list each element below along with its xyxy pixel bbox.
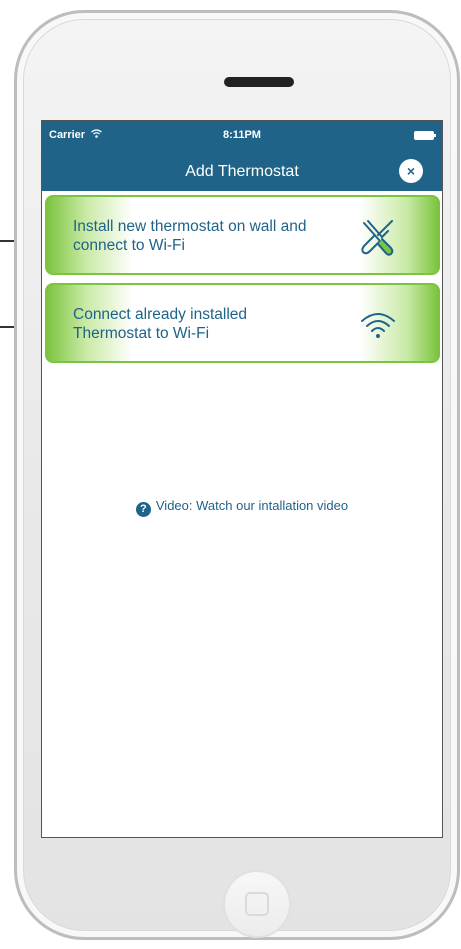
close-button[interactable]: × [399, 159, 423, 183]
app-screen: Carrier 8:11PM Add Thermostat × Install … [41, 120, 443, 838]
connect-installed-thermostat-label: Connect already installed Thermostat to … [73, 306, 248, 342]
app-header: Carrier 8:11PM Add Thermostat × [42, 121, 442, 191]
watch-video-label: Video: Watch our intallation video [155, 498, 349, 513]
close-icon: × [406, 163, 416, 179]
tools-icon [358, 217, 398, 257]
battery-icon [414, 131, 436, 140]
connect-installed-thermostat-button[interactable]: Connect already installed Thermostat to … [45, 283, 440, 363]
install-new-thermostat-label: Install new thermostat on wall and conne… [73, 218, 307, 254]
home-button[interactable] [223, 870, 291, 938]
install-new-thermostat-button[interactable]: Install new thermostat on wall and conne… [45, 195, 440, 275]
help-icon: ? [135, 502, 151, 517]
watch-video-link[interactable]: ? Video: Watch our intallation video [42, 498, 442, 517]
phone-speaker [224, 77, 294, 87]
wifi-icon [358, 305, 398, 345]
stage: Carrier 8:11PM Add Thermostat × Install … [0, 0, 461, 949]
status-time: 8:11PM [223, 129, 261, 141]
page-title: Add Thermostat [185, 163, 299, 180]
home-square-icon [245, 892, 269, 916]
